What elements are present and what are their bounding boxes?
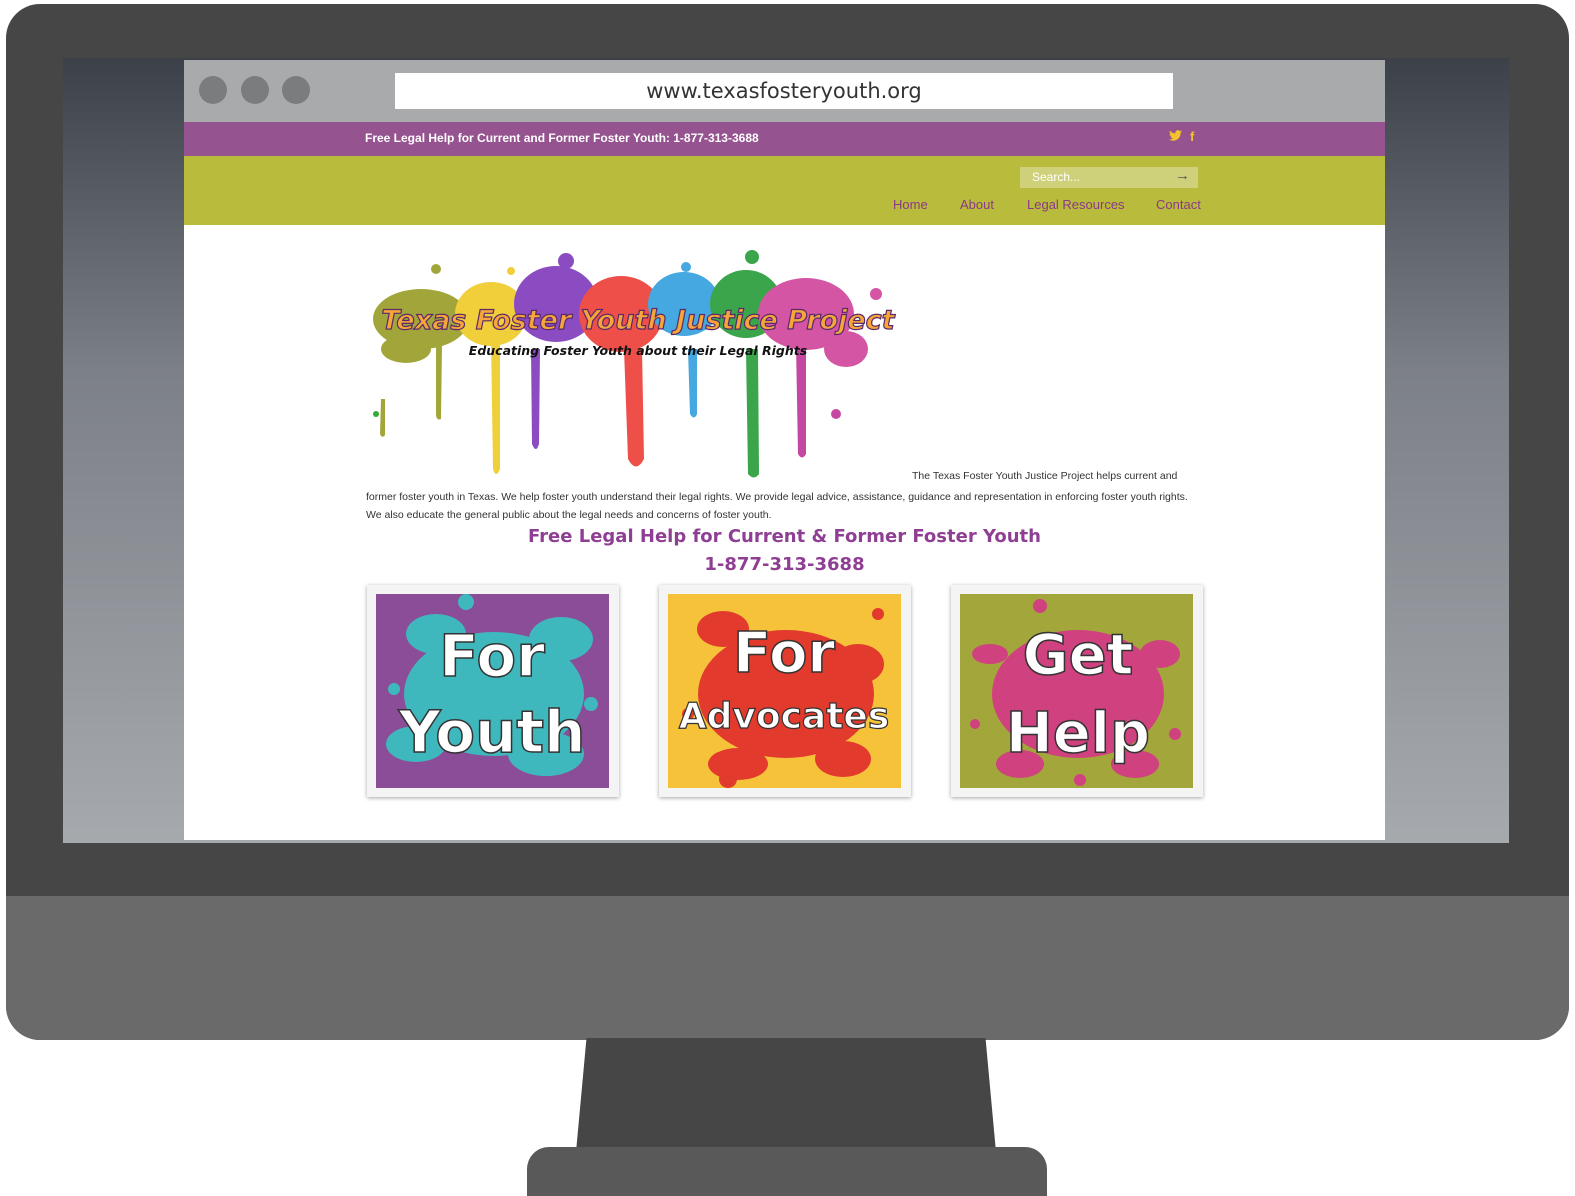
for-youth-graphic: For Youth bbox=[376, 594, 609, 788]
window-minimize-dot[interactable] bbox=[241, 76, 269, 104]
window-close-dot[interactable] bbox=[199, 76, 227, 104]
site-topbar: Free Legal Help for Current and Former F… bbox=[184, 122, 1385, 156]
for-youth-tile[interactable]: For Youth bbox=[367, 585, 619, 797]
for-advocates-graphic: For Advocates bbox=[668, 594, 901, 788]
page-content: Texas Foster Youth Justice Project Educa… bbox=[184, 225, 1385, 840]
for-advocates-tile[interactable]: For Advocates bbox=[659, 585, 911, 797]
hotline-phone-number[interactable]: 1-877-313-3688 bbox=[184, 554, 1385, 575]
twitter-icon[interactable] bbox=[1169, 129, 1182, 144]
nav-item-legal-resources[interactable]: Legal Resources bbox=[1027, 197, 1125, 212]
nav-item-home[interactable]: Home bbox=[893, 197, 928, 212]
tile-help-line1: Get bbox=[1023, 623, 1134, 688]
intro-text-line1: The Texas Foster Youth Justice Project h… bbox=[912, 470, 1178, 482]
free-legal-help-heading: Free Legal Help for Current & Former Fos… bbox=[528, 526, 1041, 547]
browser-window: www.texasfosteryouth.org Free Legal Help… bbox=[184, 60, 1385, 840]
get-help-graphic: Get Help bbox=[960, 594, 1193, 788]
intro-text-body: former foster youth in Texas. We help fo… bbox=[366, 491, 1188, 521]
logo-title: Texas Foster Youth Justice Project bbox=[381, 305, 895, 336]
window-maximize-dot[interactable] bbox=[282, 76, 310, 104]
logo-tagline: Educating Foster Youth about their Legal… bbox=[469, 343, 807, 358]
monitor-stand-base bbox=[527, 1147, 1047, 1196]
monitor-stand-neck bbox=[576, 1038, 996, 1152]
monitor-chin bbox=[6, 896, 1569, 1040]
nav-item-about[interactable]: About bbox=[960, 197, 994, 212]
address-bar[interactable]: www.texasfosteryouth.org bbox=[395, 73, 1173, 109]
search-submit-arrow-icon[interactable]: → bbox=[1175, 167, 1190, 184]
tile-youth-line2: Youth bbox=[398, 698, 586, 766]
site-navbar: Search... → Home About Legal Resources C… bbox=[184, 156, 1385, 225]
paint-splash-graphic bbox=[373, 250, 882, 478]
site-logo[interactable]: Texas Foster Youth Justice Project Educa… bbox=[366, 249, 911, 481]
browser-toolbar: www.texasfosteryouth.org bbox=[184, 60, 1385, 122]
nav-item-contact[interactable]: Contact bbox=[1156, 197, 1201, 212]
search-input[interactable]: Search... bbox=[1032, 170, 1080, 184]
search-box[interactable]: Search... → bbox=[1020, 167, 1198, 188]
facebook-icon[interactable]: f bbox=[1190, 129, 1194, 144]
topbar-phone-text: Free Legal Help for Current and Former F… bbox=[365, 131, 759, 145]
tile-youth-line1: For bbox=[439, 622, 545, 690]
tile-advocates-line1: For bbox=[733, 621, 835, 686]
tile-advocates-line2: Advocates bbox=[679, 696, 890, 737]
tile-help-line2: Help bbox=[1006, 701, 1150, 766]
get-help-tile[interactable]: Get Help bbox=[951, 585, 1203, 797]
